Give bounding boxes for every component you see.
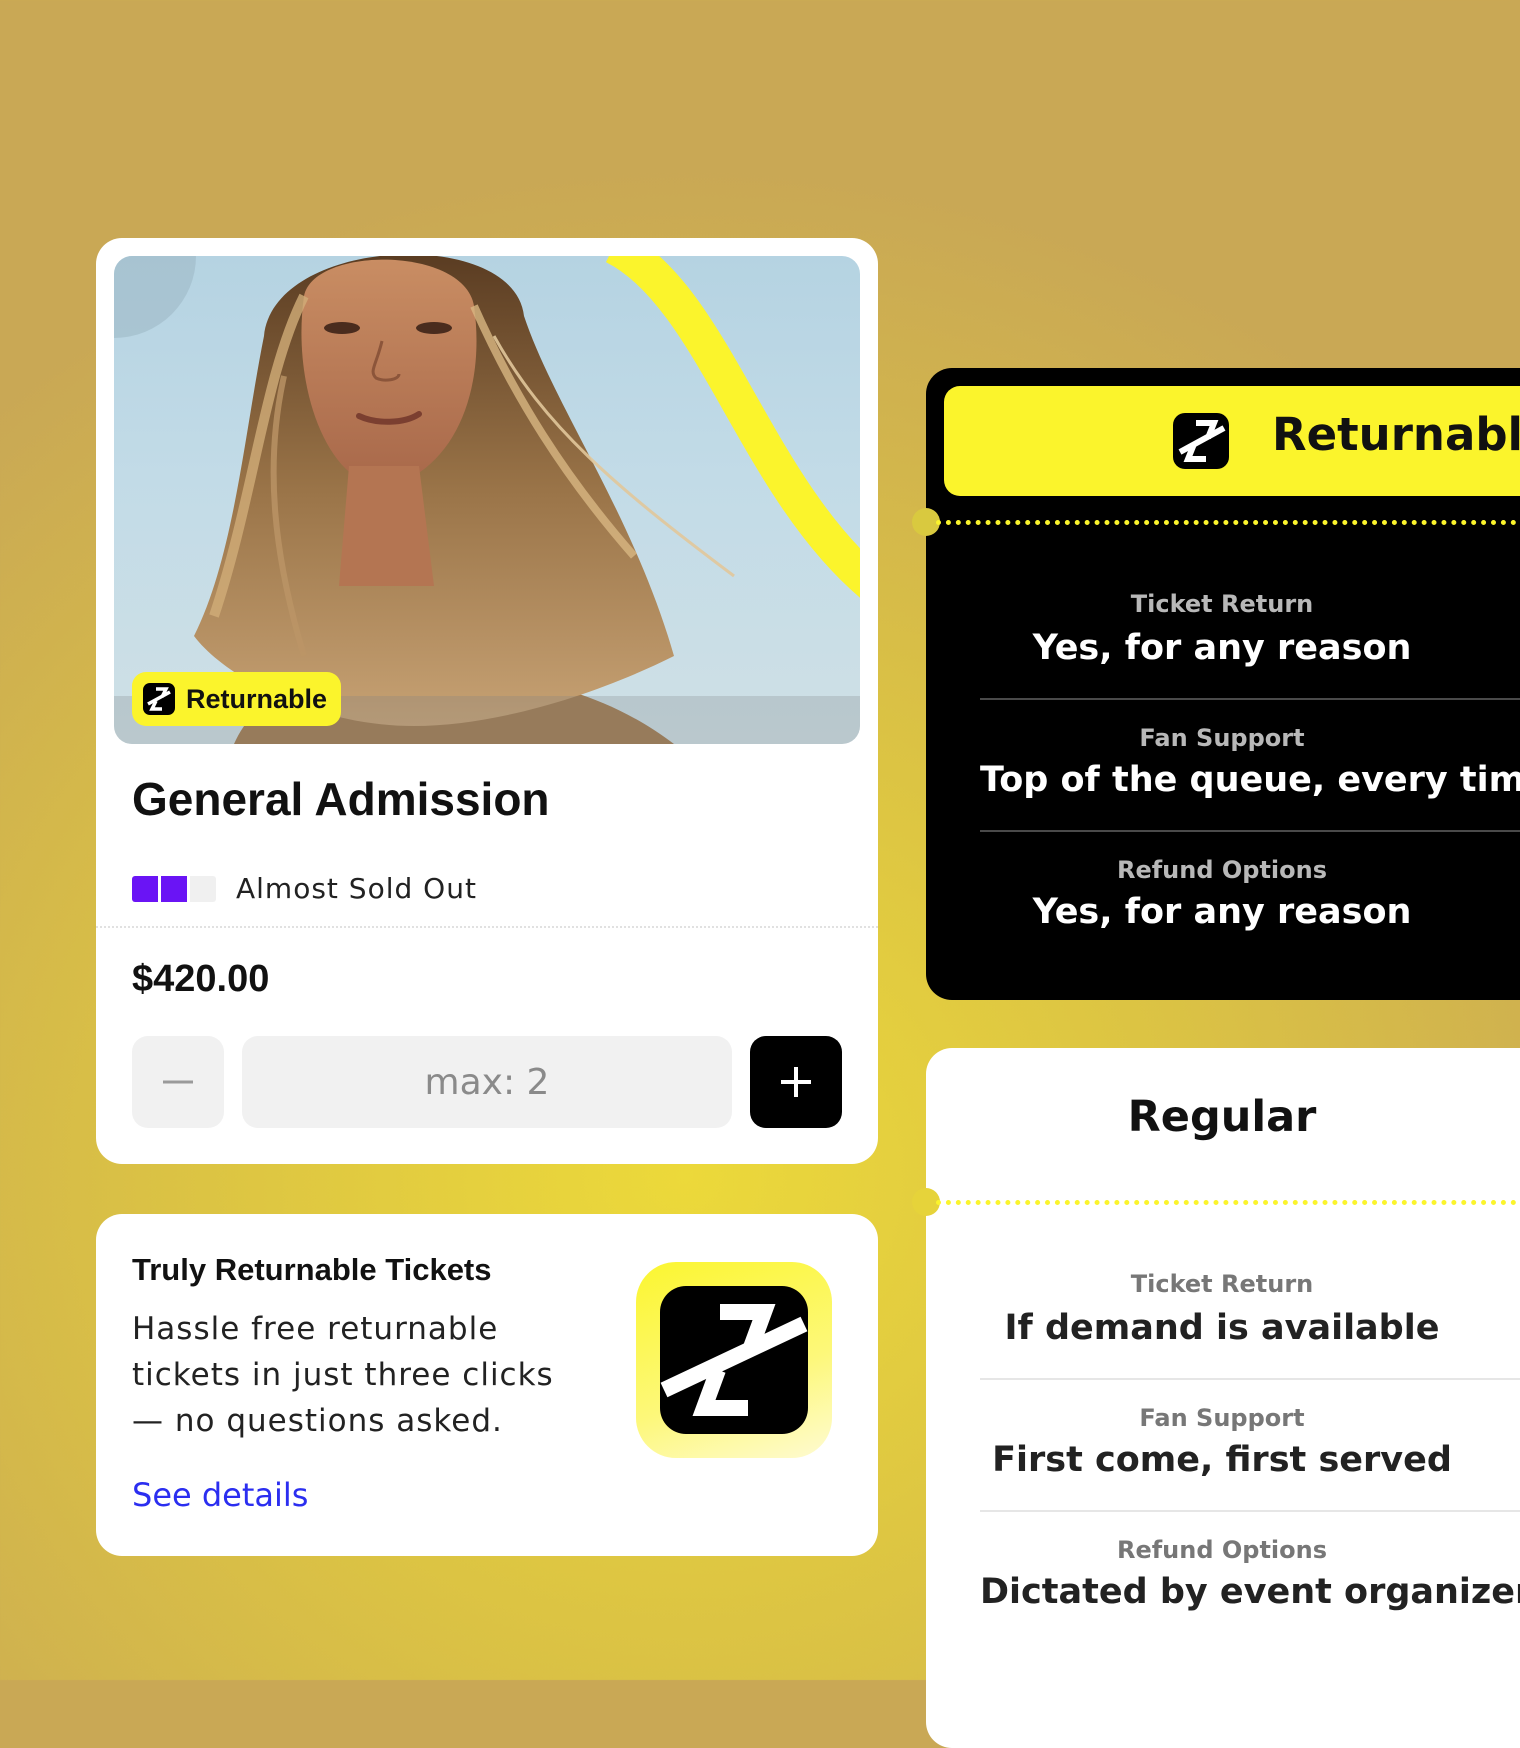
row-divider [980,1378,1520,1380]
return-arrows-icon [660,1286,808,1434]
returnable-row-label: Fan Support [1139,724,1305,752]
availability-bar-filled [161,875,187,902]
divider [96,926,878,928]
quantity-input[interactable]: max: 2 [242,1036,732,1128]
row-divider [980,830,1520,832]
ticket-price: $420.00 [132,958,270,1000]
returnable-header: Returnable [944,386,1520,496]
regular-row-label: Fan Support [1139,1404,1305,1432]
info-description: Hassle free returnable tickets in just t… [132,1311,554,1439]
returnable-row-label: Ticket Return [1130,590,1314,618]
returnable-info-card: Truly Returnable Tickets Hassle free ret… [96,1214,878,1556]
ticket-card: Returnable General Admission Almost Sold… [96,238,878,1164]
returnable-row-label: Refund Options [1116,856,1328,884]
return-arrows-icon [1173,413,1229,469]
regular-row-label: Refund Options [1116,1536,1328,1564]
return-arrows-icon [143,683,175,715]
quantity-increase-button[interactable] [750,1036,842,1128]
ticket-title: General Admission [132,773,550,825]
availability-bar-empty [190,875,216,902]
returnable-logo [636,1262,832,1458]
row-divider [980,1510,1520,1512]
see-details-link[interactable]: See details [132,1476,308,1514]
regular-comparison-card: Regular Ticket Return If demand is avail… [912,1048,1520,1748]
portrait-illustration [114,256,860,744]
returnable-row-value: Yes, for any reason [1032,892,1412,932]
plus-icon [781,1067,811,1097]
availability-bars [132,875,216,902]
regular-row-value: Dictated by event organizer [980,1572,1520,1612]
row-divider [980,698,1520,700]
hero-image [114,256,860,744]
returnable-comparison-card: Returnable Ticket Return Yes, for any re… [912,368,1520,1000]
availability-bar-filled [132,875,158,902]
info-title: Truly Returnable Tickets [132,1252,492,1287]
perforation [936,1200,1520,1205]
quantity-decrease-button[interactable] [132,1036,224,1128]
regular-row-value: First come, first served [992,1440,1452,1480]
regular-row-value: If demand is available [1004,1308,1440,1348]
regular-row-label: Ticket Return [1130,1270,1314,1298]
perforation [936,520,1520,525]
badge-label: Returnable [186,683,328,714]
minus-icon [163,1080,193,1084]
availability-indicator: Almost Sold Out [132,872,477,905]
availability-label: Almost Sold Out [236,872,477,905]
returnable-row-value: Top of the queue, every time [980,760,1520,800]
returnable-title: Returnable [1272,408,1520,461]
returnable-badge: Returnable [132,672,342,726]
returnable-row-value: Yes, for any reason [1032,628,1412,668]
regular-title: Regular [1127,1092,1317,1142]
